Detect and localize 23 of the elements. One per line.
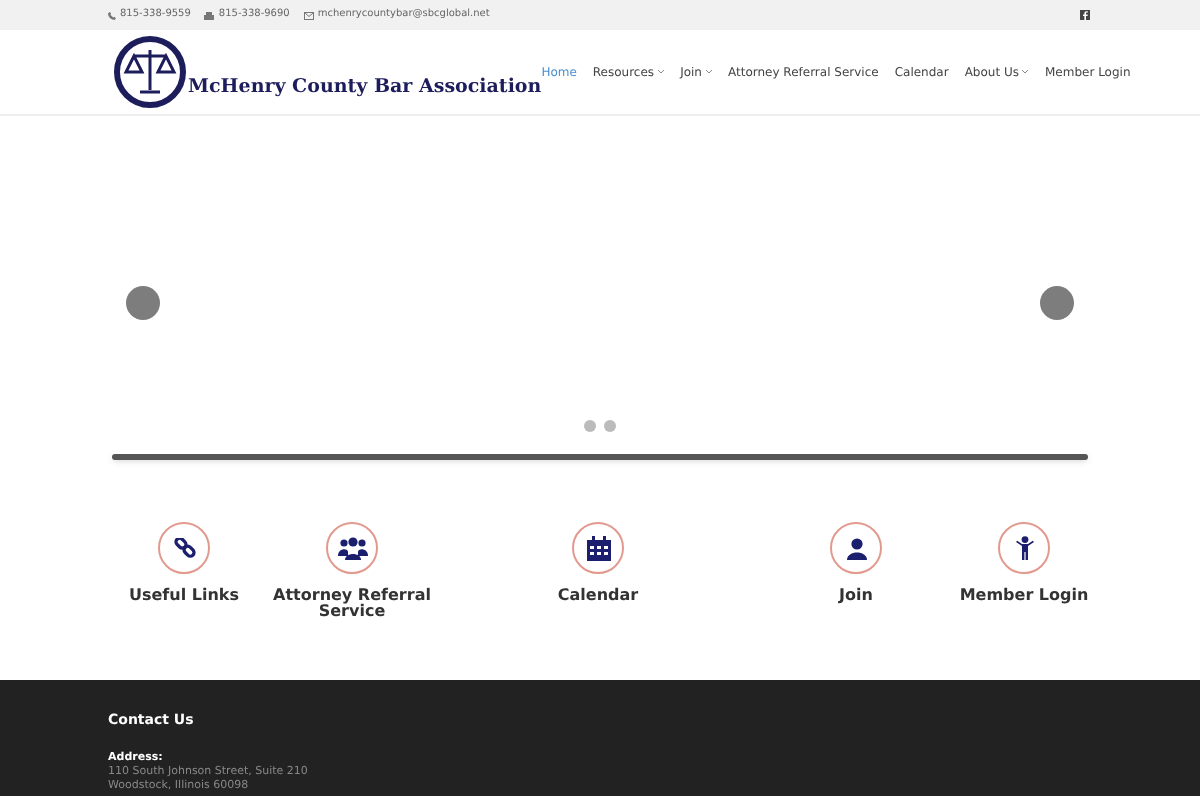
quick-link-button[interactable] <box>158 522 210 574</box>
printer-icon <box>204 11 215 19</box>
quick-link-button[interactable] <box>572 522 624 574</box>
quick-link-label[interactable]: Attorney Referral Service <box>268 588 436 620</box>
quick-link-label[interactable]: Calendar <box>514 588 682 604</box>
phone-icon <box>108 11 116 19</box>
quick-link-button[interactable] <box>830 522 882 574</box>
quick-link-label[interactable]: Useful Links <box>100 588 268 604</box>
envelope-icon <box>303 11 314 19</box>
quick-link-label[interactable]: Join <box>772 588 940 604</box>
quick-link-button[interactable] <box>998 522 1050 574</box>
calendar-icon <box>585 535 611 561</box>
quick-link-label[interactable]: Member Login <box>940 588 1108 604</box>
logo-text: McHenry County Bar Association <box>188 73 542 102</box>
scales-of-justice-logo-icon <box>114 36 186 108</box>
quick-link-button[interactable] <box>326 522 378 574</box>
chain-link-icon <box>173 537 195 559</box>
next-slide-button[interactable] <box>1040 286 1074 320</box>
user-icon <box>845 537 867 559</box>
group-icon <box>337 536 367 560</box>
previous-slide-button[interactable] <box>126 286 160 320</box>
person-icon <box>1015 536 1033 560</box>
facebook-icon[interactable] <box>1080 10 1090 20</box>
